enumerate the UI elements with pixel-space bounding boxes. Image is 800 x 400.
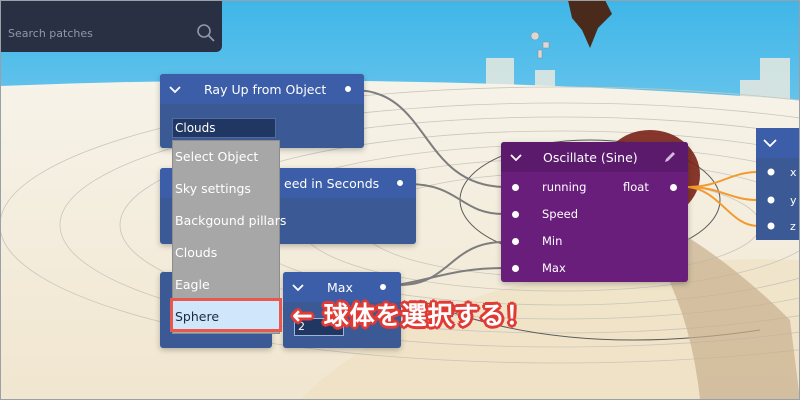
input-port[interactable] — [512, 184, 519, 191]
instruction-annotation: ← 球体を選択する！ — [292, 301, 532, 330]
search-input[interactable] — [8, 24, 188, 42]
dropdown-option[interactable]: Sky settings — [175, 181, 251, 196]
input-port[interactable] — [512, 238, 519, 245]
dropdown-option-highlighted[interactable]: Sphere — [170, 298, 282, 332]
input-row-running[interactable]: running float — [501, 178, 688, 198]
input-row-min[interactable]: Min — [501, 232, 688, 252]
input-port[interactable] — [512, 265, 519, 272]
chevron-down-icon[interactable] — [289, 278, 307, 296]
node-title: Ray Up from Object — [204, 82, 327, 97]
output-label: float — [623, 180, 649, 194]
input-label: Min — [542, 234, 563, 248]
output-port[interactable] — [380, 284, 386, 290]
svg-text:z: z — [790, 220, 796, 233]
input-port[interactable] — [512, 211, 519, 218]
input-label: Max — [542, 261, 566, 275]
output-port[interactable] — [670, 184, 677, 191]
node-header[interactable]: Ray Up from Object — [160, 74, 364, 104]
dropdown-option[interactable]: Select Object — [175, 149, 258, 164]
search-icon[interactable] — [196, 23, 216, 43]
input-row-speed[interactable]: Speed — [501, 205, 688, 225]
input-label: running — [542, 180, 587, 194]
node-header[interactable]: Oscillate (Sine) — [501, 142, 688, 172]
svg-text:y: y — [790, 194, 797, 207]
object-select[interactable]: Clouds — [172, 118, 276, 138]
svg-text:x: x — [790, 166, 797, 179]
output-port[interactable] — [345, 86, 351, 92]
input-row-max[interactable]: Max — [501, 259, 688, 279]
node-title: Max — [327, 280, 353, 295]
oscillate-sine-node[interactable]: Oscillate (Sine) running float Speed Min… — [501, 142, 688, 282]
dropdown-option-label: Sphere — [175, 309, 220, 324]
output-port[interactable] — [397, 180, 403, 186]
node-title: Oscillate (Sine) — [543, 150, 638, 165]
chevron-down-icon[interactable] — [507, 148, 525, 166]
pencil-icon[interactable] — [663, 150, 677, 164]
input-label: Speed — [542, 207, 579, 221]
dropdown-option[interactable]: Backgound pillars — [175, 213, 286, 228]
chevron-down-icon[interactable] — [166, 80, 184, 98]
node-title: eed in Seconds — [284, 176, 380, 191]
dropdown-option[interactable]: Clouds — [175, 245, 217, 260]
dropdown-option[interactable]: Eagle — [175, 277, 210, 292]
patch-search-panel — [0, 0, 222, 52]
